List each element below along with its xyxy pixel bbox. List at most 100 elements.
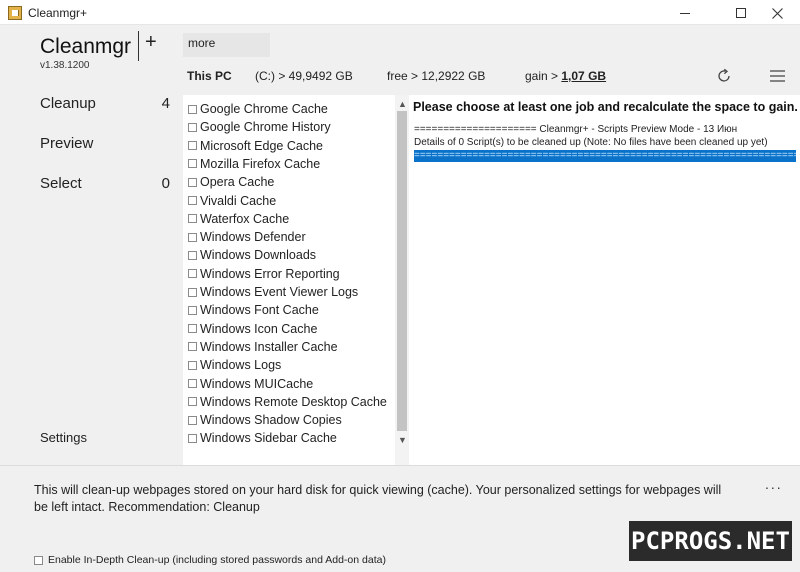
preview-heading: Please choose at least one job and recal…	[413, 100, 798, 114]
refresh-icon[interactable]	[716, 68, 732, 84]
script-checkbox[interactable]	[188, 159, 197, 169]
indepth-label: Enable In-Depth Clean-up (including stor…	[48, 554, 386, 566]
script-item[interactable]: Windows Remote Desktop Cache	[188, 393, 387, 411]
script-label: Windows Event Viewer Logs	[200, 285, 359, 299]
script-checkbox[interactable]	[188, 177, 197, 187]
script-item[interactable]: Windows Installer Cache	[188, 338, 338, 356]
minimize-icon	[680, 12, 690, 14]
close-button[interactable]	[754, 0, 800, 25]
preview-line: ===================== Cleanmgr+ - Script…	[414, 124, 738, 135]
preview-pane: Please choose at least one job and recal…	[409, 95, 800, 465]
preview-selected-line[interactable]: ========================================…	[414, 150, 796, 162]
script-label: Windows Installer Cache	[200, 339, 338, 354]
script-item[interactable]: Waterfox Cache	[188, 210, 289, 228]
script-label: Waterfox Cache	[200, 211, 290, 226]
script-label: Windows Remote Desktop Cache	[200, 394, 387, 409]
script-item[interactable]: Windows Icon Cache	[188, 320, 317, 338]
nav-cleanup-count: 4	[161, 95, 170, 112]
script-label: Windows Logs	[200, 358, 282, 373]
script-item[interactable]: Windows Downloads	[188, 246, 316, 264]
gain-indicator: gain > 1,07 GB	[525, 69, 606, 83]
script-item[interactable]: Google Chrome History	[188, 118, 331, 136]
this-pc-label: This PC	[187, 69, 232, 83]
script-item[interactable]: Windows Error Reporting	[188, 265, 340, 283]
script-item[interactable]: Windows MUICache	[188, 375, 313, 393]
script-item[interactable]: Microsoft Edge Cache	[188, 137, 323, 155]
app-name: Cleanmgr	[40, 35, 132, 58]
script-checkbox[interactable]	[188, 360, 197, 370]
nav-select[interactable]: Select 0	[40, 175, 170, 192]
script-label: Windows Downloads	[200, 248, 317, 263]
script-checkbox[interactable]	[188, 379, 197, 388]
script-label: Windows Icon Cache	[200, 321, 318, 336]
script-checkbox[interactable]	[188, 324, 197, 334]
script-checkbox[interactable]	[188, 397, 197, 407]
indepth-checkbox[interactable]	[34, 555, 43, 565]
script-label: Windows MUICache	[200, 376, 314, 391]
script-label: Windows Defender	[200, 230, 306, 245]
gain-label: gain >	[525, 69, 559, 83]
script-checkbox[interactable]	[188, 141, 197, 151]
scroll-down-icon[interactable]: ▼	[398, 435, 407, 445]
script-label: Google Chrome Cache	[200, 102, 328, 116]
script-label: Windows Shadow Copies	[200, 413, 342, 428]
tab-more[interactable]: more	[183, 33, 270, 57]
version-label: v1.38.1200	[40, 60, 90, 71]
script-item[interactable]: Google Chrome Cache	[188, 100, 328, 118]
add-script-button[interactable]: +	[145, 31, 157, 53]
script-checkbox[interactable]	[188, 287, 197, 297]
drive-capacity[interactable]: (C:) > 49,9492 GB	[255, 69, 353, 83]
script-item[interactable]: Windows Defender	[188, 228, 306, 246]
title-divider	[138, 31, 139, 61]
script-label: Opera Cache	[200, 175, 275, 190]
gain-value[interactable]: 1,07 GB	[561, 69, 606, 83]
settings-link[interactable]: Settings	[40, 430, 87, 445]
title-bar: Cleanmgr+	[0, 0, 800, 25]
script-label: Mozilla Firefox Cache	[200, 156, 321, 171]
script-item[interactable]: Windows Event Viewer Logs	[188, 283, 358, 301]
nav-cleanup-label: Cleanup	[40, 95, 96, 112]
maximize-icon	[736, 8, 746, 19]
indepth-cleanup-option[interactable]: Enable In-Depth Clean-up (including stor…	[34, 554, 386, 566]
scroll-up-icon[interactable]: ▲	[398, 99, 407, 109]
hamburger-menu-icon[interactable]	[770, 70, 785, 82]
script-item[interactable]: Mozilla Firefox Cache	[188, 155, 320, 173]
sidebar: Cleanmgr + v1.38.1200 Cleanup 4 Preview …	[0, 26, 183, 464]
more-options-icon[interactable]: ...	[765, 476, 783, 492]
free-space: free > 12,2922 GB	[387, 69, 486, 83]
script-checkbox[interactable]	[188, 196, 197, 205]
script-item[interactable]: Opera Cache	[188, 173, 274, 191]
script-checkbox[interactable]	[188, 250, 197, 260]
script-description: This will clean-up webpages stored on yo…	[34, 483, 722, 514]
script-item[interactable]: Windows Font Cache	[188, 301, 319, 319]
scripts-list: Google Chrome Cache Google Chrome History…	[183, 95, 409, 465]
script-checkbox[interactable]	[188, 104, 197, 114]
script-item[interactable]: Vivaldi Cache	[188, 192, 276, 210]
script-item[interactable]: Windows Sidebar Cache	[188, 429, 337, 447]
scroll-thumb[interactable]	[397, 111, 407, 431]
script-checkbox[interactable]	[188, 269, 197, 279]
script-checkbox[interactable]	[188, 214, 197, 224]
script-label: Google Chrome History	[200, 120, 331, 135]
script-checkbox[interactable]	[188, 342, 197, 352]
app-icon	[8, 6, 22, 20]
script-checkbox[interactable]	[188, 122, 197, 132]
scripts-scrollbar[interactable]: ▲ ▼	[395, 95, 409, 465]
nav-cleanup[interactable]: Cleanup 4	[40, 95, 170, 112]
window-title: Cleanmgr+	[28, 6, 88, 20]
watermark-logo: PCPROGS.NET	[629, 521, 792, 561]
script-checkbox[interactable]	[188, 305, 197, 315]
script-item[interactable]: Windows Logs	[188, 356, 281, 374]
script-label: Vivaldi Cache	[200, 193, 277, 208]
nav-preview[interactable]: Preview	[40, 135, 170, 152]
script-checkbox[interactable]	[188, 232, 197, 242]
script-label: Windows Error Reporting	[200, 266, 340, 281]
nav-select-count: 0	[161, 175, 170, 192]
nav-preview-label: Preview	[40, 135, 94, 152]
script-item[interactable]: Windows Shadow Copies	[188, 411, 342, 429]
script-checkbox[interactable]	[188, 433, 197, 443]
close-icon	[771, 7, 783, 19]
script-label: Windows Sidebar Cache	[200, 431, 337, 446]
minimize-button[interactable]	[662, 0, 708, 25]
script-checkbox[interactable]	[188, 415, 197, 425]
